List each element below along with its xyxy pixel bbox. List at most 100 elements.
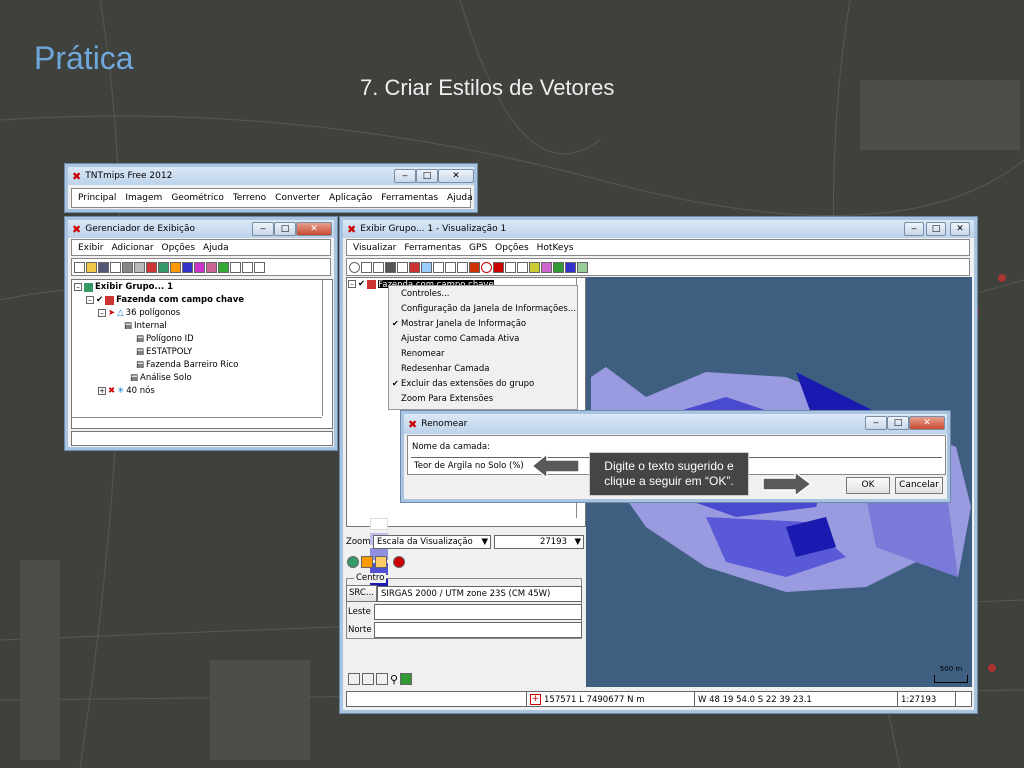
grid-icon[interactable] xyxy=(218,261,229,273)
image-icon[interactable] xyxy=(553,261,564,273)
zoom-icon[interactable] xyxy=(373,261,384,273)
display-manager-titlebar[interactable]: ✖ Gerenciador de Exibição ‒ □ ✕ xyxy=(68,220,334,238)
maximize-button[interactable]: □ xyxy=(887,416,909,430)
globe-icon[interactable] xyxy=(347,556,359,568)
menu-ajuda[interactable]: Ajuda xyxy=(447,193,473,203)
palette-icon[interactable] xyxy=(541,261,552,273)
new-icon[interactable] xyxy=(74,261,85,273)
menu-ferramentas[interactable]: Ferramentas xyxy=(404,243,461,253)
stop-icon[interactable] xyxy=(481,261,492,273)
menu-converter[interactable]: Converter xyxy=(275,193,320,203)
horizontal-scrollbar[interactable] xyxy=(72,417,322,428)
tree-polygons[interactable]: – ➤ △ 36 polígonos xyxy=(98,308,180,318)
zoom-out-icon[interactable] xyxy=(376,673,388,685)
view-titlebar[interactable]: ✖ Exibir Grupo... 1 - Visualização 1 ‒ □… xyxy=(343,220,974,238)
menu-opcoes[interactable]: Opções xyxy=(162,243,195,253)
list-icon[interactable] xyxy=(242,261,253,273)
add-vector-icon[interactable] xyxy=(146,261,157,273)
tree-table-analise[interactable]: ▤ Análise Solo xyxy=(130,373,192,383)
tree-table-internal[interactable]: ▤ Internal xyxy=(124,321,167,331)
legend-icon[interactable] xyxy=(254,261,265,273)
rename-titlebar[interactable]: ✖ Renomear ‒ □ ✕ xyxy=(404,414,947,434)
open-icon[interactable] xyxy=(86,261,97,273)
north-input[interactable] xyxy=(374,622,582,638)
color-icon[interactable] xyxy=(182,261,193,273)
save-icon[interactable] xyxy=(98,261,109,273)
cancel-button[interactable]: Cancelar xyxy=(895,477,943,494)
collapse-icon[interactable]: – xyxy=(86,296,94,304)
cad-icon[interactable] xyxy=(206,261,217,273)
menu-principal[interactable]: Principal xyxy=(78,193,116,203)
redraw-icon[interactable] xyxy=(349,261,360,273)
menu-ajuda[interactable]: Ajuda xyxy=(203,243,229,253)
close-button[interactable]: ✕ xyxy=(438,169,474,183)
tree-group[interactable]: – Exibir Grupo... 1 xyxy=(74,282,173,292)
tree-table-fazenda[interactable]: ▤ Fazenda Barreiro Rico xyxy=(136,360,238,370)
ok-button[interactable]: OK xyxy=(846,477,890,494)
pointer-icon[interactable] xyxy=(517,261,528,273)
menu-gps[interactable]: GPS xyxy=(469,243,487,253)
menu-item-zoom-extensoes[interactable]: Zoom Para Extensões xyxy=(401,394,493,404)
menu-item-controles[interactable]: Controles... xyxy=(401,289,450,299)
menu-opcoes[interactable]: Opções xyxy=(495,243,528,253)
maximize-button[interactable]: □ xyxy=(274,222,296,236)
close-button[interactable]: ✕ xyxy=(950,222,970,236)
table-icon[interactable] xyxy=(348,673,360,685)
open-icon[interactable] xyxy=(375,556,387,568)
layers-icon[interactable] xyxy=(565,261,576,273)
gps-icon[interactable] xyxy=(577,261,588,273)
tree-table-polygon-id[interactable]: ▤ Polígono ID xyxy=(136,334,194,344)
arrows-icon[interactable] xyxy=(469,261,480,273)
table-icon[interactable] xyxy=(230,261,241,273)
collapse-icon[interactable]: – xyxy=(348,280,356,288)
tin-icon[interactable] xyxy=(194,261,205,273)
layer-icon[interactable] xyxy=(122,261,133,273)
tree-nodes[interactable]: + ✖ ✳ 40 nós xyxy=(98,386,155,396)
menu-item-config-janela[interactable]: Configuração da Janela de Informações... xyxy=(401,304,576,314)
menu-item-camada-ativa[interactable]: Ajustar como Camada Ativa xyxy=(401,334,519,344)
menu-item-mostrar-janela[interactable]: Mostrar Janela de Informação xyxy=(401,319,526,329)
draw-icon[interactable] xyxy=(433,261,444,273)
checkmark-icon[interactable]: ✔ xyxy=(96,295,103,305)
stop-icon[interactable] xyxy=(393,556,405,568)
menu-terreno[interactable]: Terreno xyxy=(233,193,266,203)
tree-layer[interactable]: – ✔ Fazenda com campo chave xyxy=(86,295,244,305)
target-icon[interactable] xyxy=(493,261,504,273)
menu-adicionar[interactable]: Adicionar xyxy=(111,243,153,253)
src-button[interactable]: SRC... xyxy=(346,585,377,602)
link-icon[interactable] xyxy=(361,261,372,273)
menu-item-redesenhar[interactable]: Redesenhar Camada xyxy=(401,364,489,374)
zoom-in-icon[interactable] xyxy=(362,673,374,685)
menu-exibir[interactable]: Exibir xyxy=(78,243,103,253)
expand-icon[interactable]: + xyxy=(98,387,106,395)
menu-aplicacao[interactable]: Aplicação xyxy=(329,193,372,203)
vertical-scrollbar[interactable] xyxy=(322,280,332,416)
menu-geometrico[interactable]: Geométrico xyxy=(171,193,224,203)
menu-ferramentas[interactable]: Ferramentas xyxy=(381,193,438,203)
menu-item-excluir-extensoes[interactable]: Excluir das extensões do grupo xyxy=(401,379,534,389)
folder-icon[interactable] xyxy=(170,261,181,273)
query-icon[interactable] xyxy=(457,261,468,273)
magnify-icon[interactable]: ⚲ xyxy=(390,673,398,686)
maximize-button[interactable]: □ xyxy=(416,169,438,183)
collapse-icon[interactable]: – xyxy=(74,283,82,291)
hidden-icon[interactable]: ✖ xyxy=(108,386,115,396)
pen-icon[interactable] xyxy=(529,261,540,273)
menu-hotkeys[interactable]: HotKeys xyxy=(537,243,574,253)
zoom-mode-select[interactable]: Escala da Visualização ▼ xyxy=(373,535,491,549)
select-icon[interactable] xyxy=(421,261,432,273)
close-button[interactable]: ✕ xyxy=(296,222,332,236)
plus-icon[interactable] xyxy=(445,261,456,273)
menu-imagem[interactable]: Imagem xyxy=(125,193,162,203)
image-icon[interactable] xyxy=(400,673,413,685)
minimize-button[interactable]: ‒ xyxy=(904,222,924,236)
menu-visualizar[interactable]: Visualizar xyxy=(353,243,396,253)
raster-icon[interactable] xyxy=(134,261,145,273)
main-titlebar[interactable]: ✖ TNTmips Free 2012 ‒ □ ✕ xyxy=(68,167,474,185)
menu-item-renomear[interactable]: Renomear xyxy=(401,349,445,359)
collapse-icon[interactable]: – xyxy=(98,309,106,317)
east-input[interactable] xyxy=(374,604,582,620)
close-button[interactable]: ✕ xyxy=(909,416,945,430)
zoom-value-input[interactable]: 27193 ▼ xyxy=(494,535,584,549)
tree-table-estatpoly[interactable]: ▤ ESTATPOLY xyxy=(136,347,192,357)
